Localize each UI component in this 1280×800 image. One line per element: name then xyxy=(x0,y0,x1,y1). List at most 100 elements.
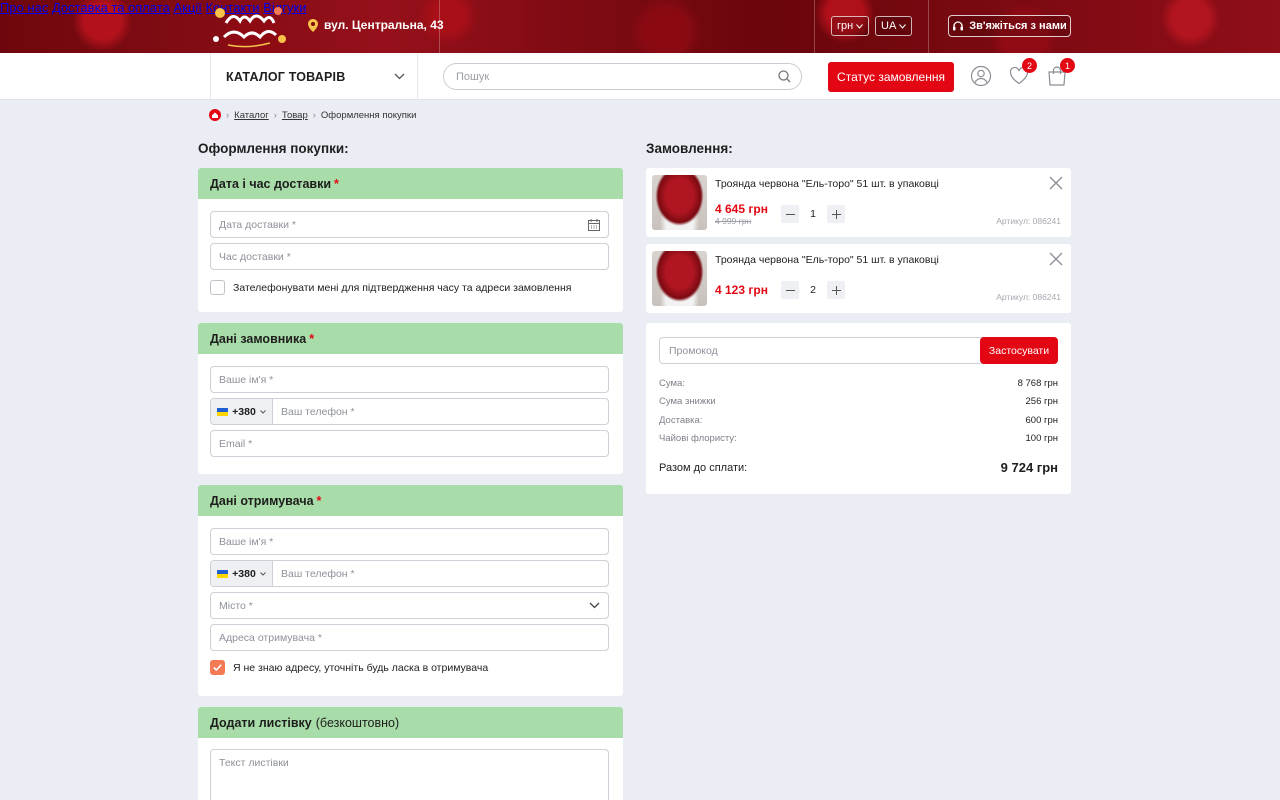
product-name[interactable]: Троянда червона "Ель-торо" 51 шт. в упак… xyxy=(715,178,939,190)
greeting-card-section: Додати листівку (безкоштовно) Текст листі… xyxy=(198,707,623,800)
breadcrumb: › Каталог › Товар › Оформлення покупки xyxy=(209,109,416,121)
breadcrumb-separator: › xyxy=(273,109,277,121)
product-image[interactable] xyxy=(652,175,707,230)
checkmark-icon xyxy=(213,664,222,671)
address-text: вул. Центральна, 43 xyxy=(324,18,444,32)
customer-heading: Дані замовника * xyxy=(198,323,623,354)
decrease-quantity-button[interactable] xyxy=(781,205,799,223)
breadcrumb-product[interactable]: Товар xyxy=(282,110,308,121)
delivery-heading: Дата і час доставки * xyxy=(198,168,623,199)
country-code-select[interactable]: +380 xyxy=(211,399,273,424)
catalog-dropdown[interactable]: КАТАЛОГ ТОВАРІВ xyxy=(210,53,418,100)
summary-row-sum: Сума: 8 768 грн xyxy=(659,378,1058,389)
required-mark: * xyxy=(309,331,315,346)
chevron-down-icon xyxy=(394,73,405,80)
main-nav: Про нас Доставка та оплата Акції Контакт… xyxy=(0,0,1280,15)
minus-icon xyxy=(785,289,795,291)
product-image[interactable] xyxy=(652,251,707,306)
nav-delivery[interactable]: Доставка та оплата xyxy=(52,0,170,15)
plus-icon xyxy=(831,209,841,219)
remove-item-icon[interactable] xyxy=(1049,252,1063,266)
product-price: 4 645 грн xyxy=(715,202,768,216)
logo[interactable] xyxy=(208,3,290,49)
greeting-card-note: (безкоштовно) xyxy=(315,715,400,730)
country-code-select[interactable]: +380 xyxy=(211,561,273,586)
recipient-name-placeholder: Ваше ім'я * xyxy=(219,535,274,548)
nav-promotions[interactable]: Акції xyxy=(174,0,202,15)
chevron-down-icon xyxy=(259,409,266,414)
quantity-stepper: 2 xyxy=(781,280,845,300)
chevron-down-icon xyxy=(899,23,907,29)
summary-row-delivery: Доставка: 600 грн xyxy=(659,415,1058,426)
cart-count-badge: 1 xyxy=(1060,58,1075,73)
catalog-label: КАТАЛОГ ТОВАРІВ xyxy=(226,69,346,84)
recipient-section: Дані отримувача * Ваше ім'я * +380 Ваш те… xyxy=(198,485,623,696)
divider xyxy=(439,0,440,53)
summary-row-discount: Сума знижки 256 грн xyxy=(659,396,1058,407)
summary-value: 256 грн xyxy=(1025,396,1059,407)
ukraine-flag-icon xyxy=(217,569,229,578)
customer-phone-placeholder: Ваш телефон * xyxy=(281,405,355,418)
recipient-address-field[interactable]: Адреса отримувача * xyxy=(210,624,609,651)
quantity-value[interactable]: 2 xyxy=(810,284,816,296)
delivery-date-placeholder: Дата доставки * xyxy=(219,218,296,231)
product-old-price: 4 999 грн xyxy=(715,216,752,226)
calendar-icon[interactable] xyxy=(588,218,600,231)
unknown-address-option[interactable]: Я не знаю адресу, уточніть будь ласка в … xyxy=(210,660,488,675)
delivery-section: Дата і час доставки * Дата доставки * Час… xyxy=(198,168,623,312)
city-select[interactable]: Місто * xyxy=(210,592,609,619)
account-button[interactable] xyxy=(969,64,993,88)
home-icon[interactable] xyxy=(209,109,221,121)
quantity-stepper: 1 xyxy=(781,204,845,224)
country-code: +380 xyxy=(232,567,256,580)
greeting-card-placeholder: Текст листівки xyxy=(219,757,289,769)
quantity-value[interactable]: 1 xyxy=(810,208,816,220)
apply-promo-button[interactable]: Застосувати xyxy=(980,337,1058,364)
search-icon[interactable] xyxy=(778,70,791,83)
customer-email-field[interactable]: Email * xyxy=(210,430,609,457)
search-input[interactable] xyxy=(456,70,756,83)
unknown-address-checkbox[interactable] xyxy=(210,660,225,675)
decrease-quantity-button[interactable] xyxy=(781,281,799,299)
cart-button[interactable]: 1 xyxy=(1045,58,1075,88)
nav-about[interactable]: Про нас xyxy=(0,0,48,15)
user-icon xyxy=(970,65,992,87)
recipient-heading-text: Дані отримувача xyxy=(210,493,314,508)
customer-phone-field[interactable]: +380 Ваш телефон * xyxy=(210,398,609,425)
language-select[interactable]: UA xyxy=(875,16,913,36)
city-placeholder: Місто * xyxy=(219,599,253,612)
promo-code-placeholder: Промокод xyxy=(669,344,718,357)
greeting-card-textarea[interactable]: Текст листівки xyxy=(210,749,609,800)
breadcrumb-catalog[interactable]: Каталог xyxy=(234,110,269,121)
customer-email-placeholder: Email * xyxy=(219,437,253,450)
summary-value: 8 768 грн xyxy=(1017,378,1058,389)
recipient-name-field[interactable]: Ваше ім'я * xyxy=(210,528,609,555)
contact-us-button[interactable]: Зв'яжіться з нами xyxy=(948,15,1071,37)
store-address[interactable]: вул. Центральна, 43 xyxy=(308,18,444,32)
wishlist-count-badge: 2 xyxy=(1022,58,1037,73)
headset-icon xyxy=(953,21,964,31)
greeting-card-heading-text: Додати листівку xyxy=(210,715,312,730)
order-title: Замовлення: xyxy=(646,141,733,156)
product-name[interactable]: Троянда червона "Ель-торо" 51 шт. в упак… xyxy=(715,254,939,266)
currency-select[interactable]: грн xyxy=(831,16,870,36)
call-me-checkbox[interactable] xyxy=(210,280,225,295)
recipient-phone-field[interactable]: +380 Ваш телефон * xyxy=(210,560,609,587)
total-value: 9 724 грн xyxy=(1000,460,1058,475)
wishlist-button[interactable]: 2 xyxy=(1007,58,1037,88)
increase-quantity-button[interactable] xyxy=(827,281,845,299)
order-item: Троянда червона "Ель-торо" 51 шт. в упак… xyxy=(646,244,1071,313)
delivery-time-field[interactable]: Час доставки * xyxy=(210,243,609,270)
product-price: 4 123 грн xyxy=(715,283,768,297)
order-status-button[interactable]: Статус замовлення xyxy=(828,62,954,92)
search-box xyxy=(443,63,802,90)
summary-label: Доставка: xyxy=(659,415,703,426)
delivery-date-field[interactable]: Дата доставки * xyxy=(210,211,609,238)
remove-item-icon[interactable] xyxy=(1049,176,1063,190)
breadcrumb-current: Оформлення покупки xyxy=(320,109,417,121)
product-article: Артикул: 086241 xyxy=(996,292,1061,302)
customer-name-field[interactable]: Ваше ім'я * xyxy=(210,366,609,393)
increase-quantity-button[interactable] xyxy=(827,205,845,223)
call-me-option[interactable]: Зателефонувати мені для підтвердження ча… xyxy=(210,280,571,295)
product-article: Артикул: 086241 xyxy=(996,216,1061,226)
